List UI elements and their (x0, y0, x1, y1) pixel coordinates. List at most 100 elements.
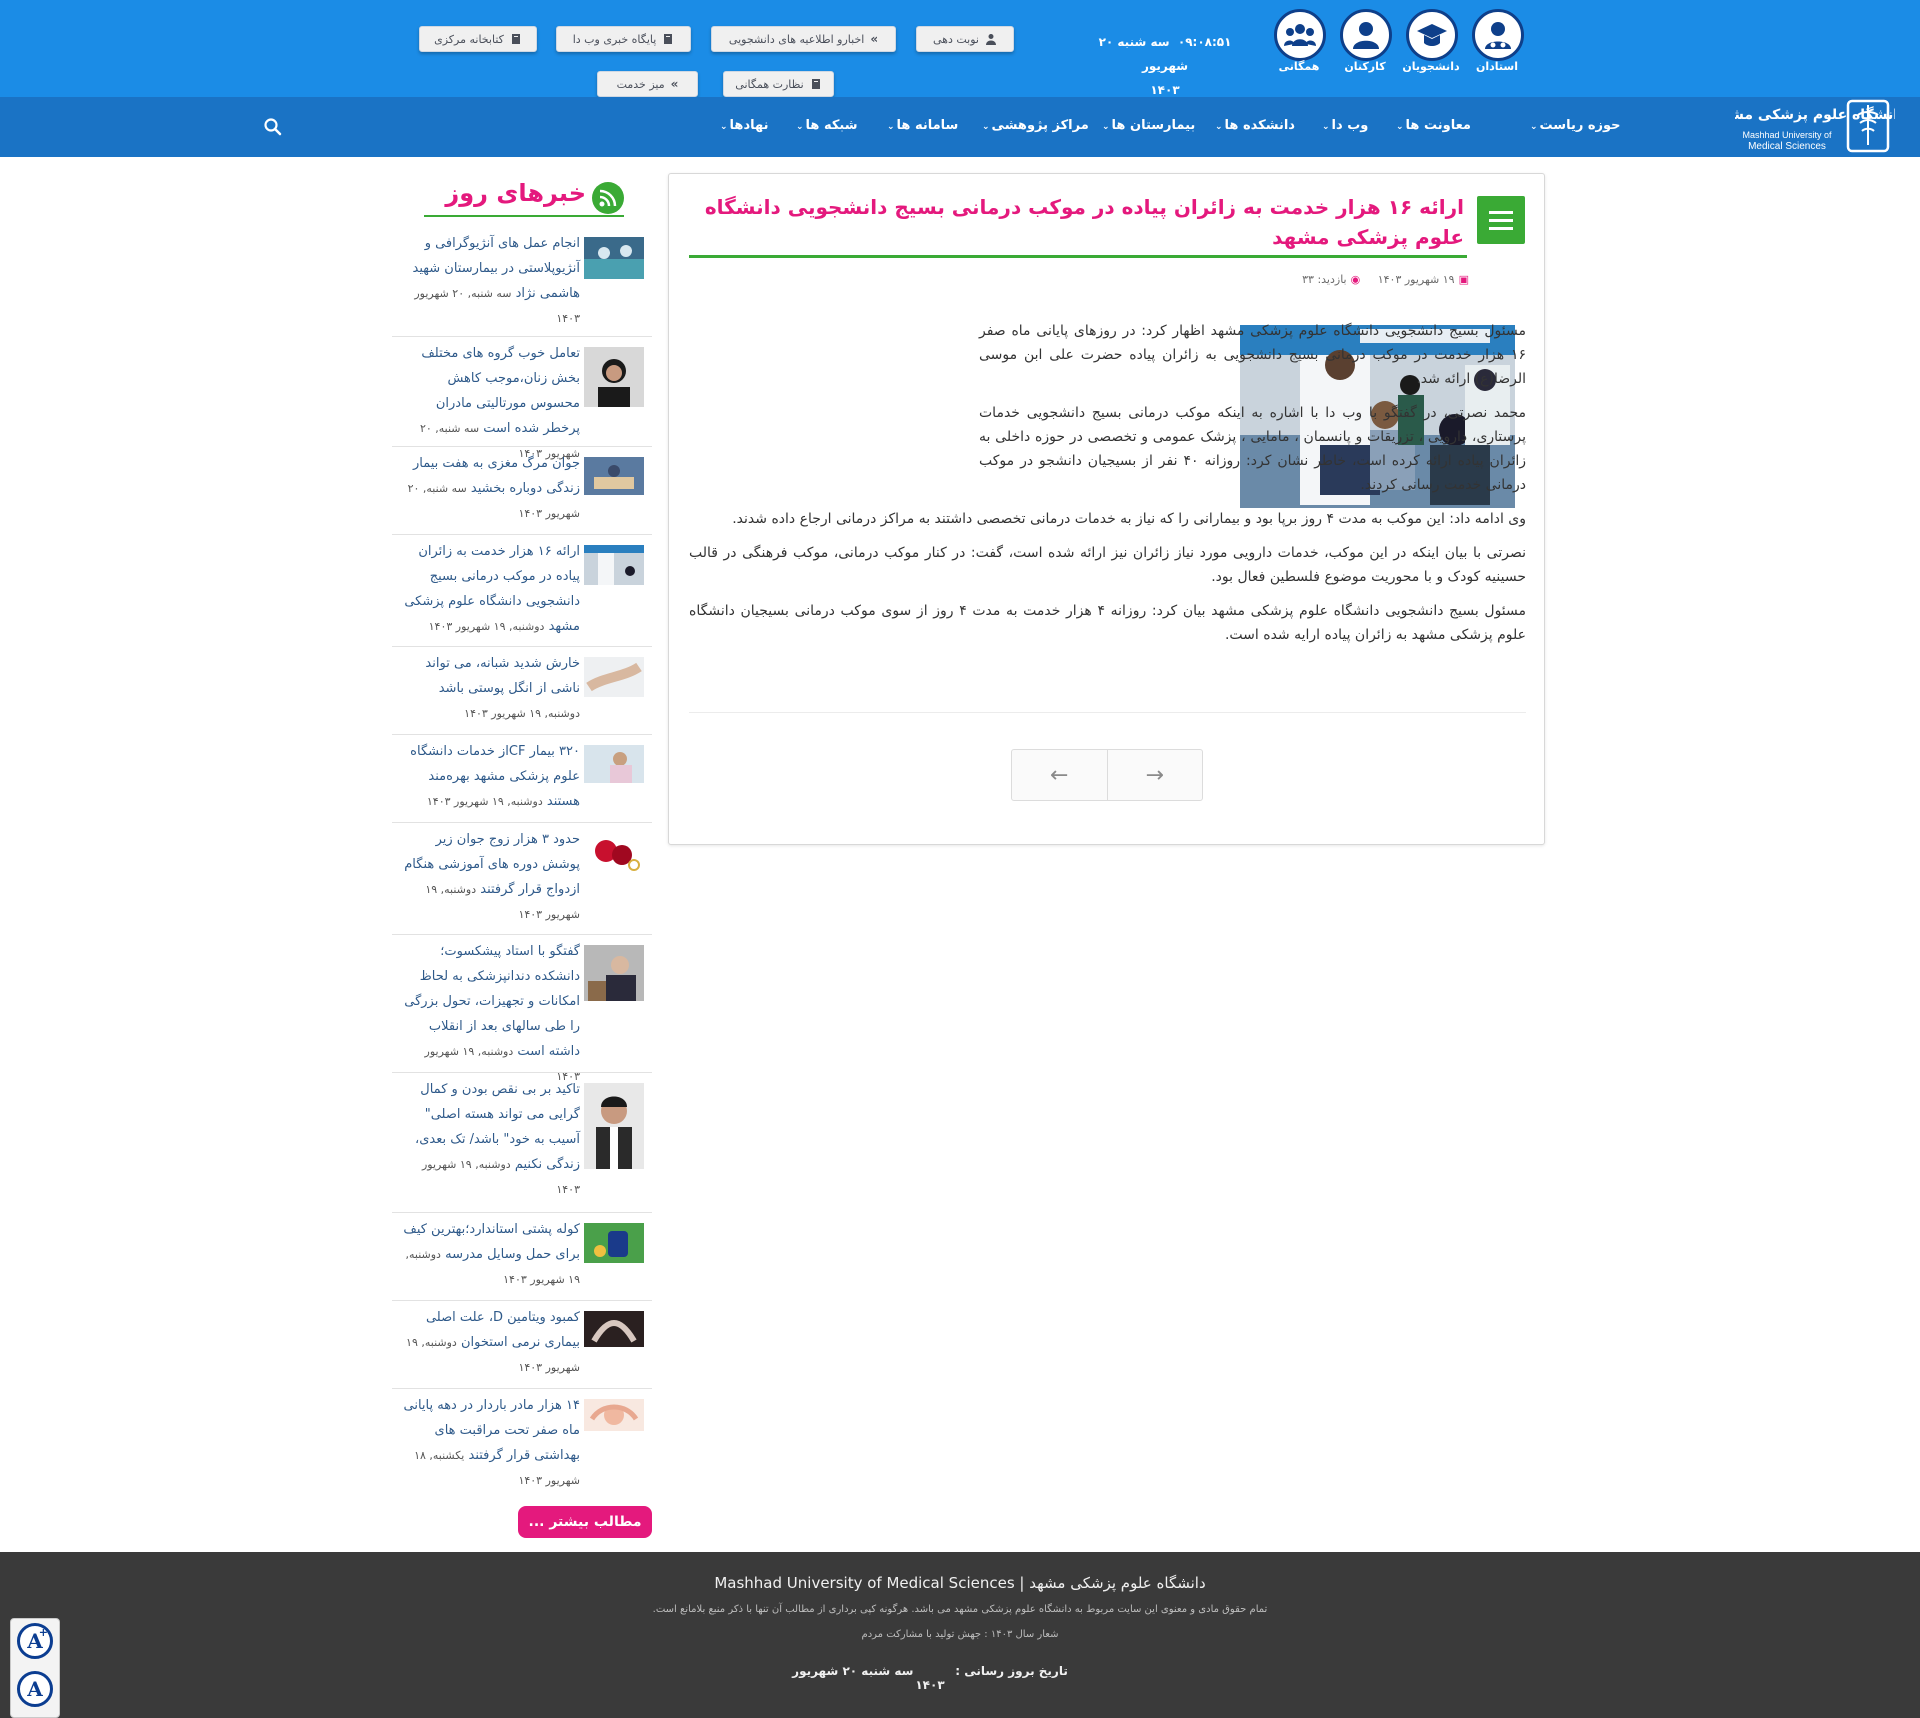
next-article-arrow-icon[interactable]: → (1108, 750, 1203, 800)
webda-label: پایگاه خبری وب دا (572, 32, 657, 46)
nav-item-research-centers[interactable]: مراکز پژوهشی⌄ (982, 118, 1089, 133)
news-item[interactable]: ۱۴ هزار مادر باردار در دهه پایانی ماه صف… (392, 1389, 652, 1501)
decrease-font-button[interactable]: A (17, 1671, 53, 1707)
book-icon (664, 34, 673, 44)
nav-item-systems[interactable]: سامانه ها⌄ (887, 118, 958, 133)
rss-icon[interactable] (592, 182, 624, 214)
article-meta: ▣۱۹ شهریور ۱۴۰۳ ◉بازدید: ۳۳ (1069, 273, 1469, 286)
news-date: دوشنبه, ۱۹ شهریور ۱۴۰۳ (426, 795, 543, 808)
library-button[interactable]: کتابخانه مرکزی (419, 26, 537, 52)
appointment-button[interactable]: نوبت دهی (916, 26, 1014, 52)
double-chevron-icon: » (670, 77, 679, 91)
footer-university-name: دانشگاه علوم پزشکی مشهد | Mashhad Univer… (714, 1574, 1206, 1592)
news-thumbnail (584, 657, 644, 697)
library-label: کتابخانه مرکزی (434, 32, 504, 46)
logo-fa-text: دانشگاه علوم پزشکی مشهد (1735, 106, 1895, 123)
footer-update-label: تاریخ بروز رسانی : (955, 1664, 1068, 1678)
nav-label: بیمارستان ها (1111, 118, 1196, 133)
article-paragraph: نصرتی با بیان اینکه در این موکب، خدمات د… (689, 545, 1526, 585)
book-icon (811, 79, 820, 89)
decrease-font-label: A (27, 1677, 43, 1701)
chevron-down-icon: ⌄ (1530, 122, 1538, 132)
news-date: دوشنبه, ۱۹ شهریور ۱۴۰۳ (428, 620, 545, 633)
audience-label-students[interactable]: دانشجویان (1396, 60, 1466, 73)
chevron-down-icon: ⌄ (1215, 122, 1223, 132)
footer: دانشگاه علوم پزشکی مشهد | Mashhad Univer… (0, 1552, 1920, 1718)
footer-rights: تمام حقوق مادی و معنوی این سایت مربوط به… (652, 1604, 1268, 1615)
professor-icon[interactable] (1472, 9, 1524, 61)
nav-item-faculties[interactable]: دانشکده ها⌄ (1215, 118, 1295, 133)
audience-label-public[interactable]: همگانی (1264, 60, 1334, 73)
news-item[interactable]: کمبود ویتامین D، علت اصلی بیماری نرمی اس… (392, 1301, 652, 1389)
top-bar: استادان دانشجویان کارکنان همگانی ۰۹:۰۸:۵… (0, 0, 1920, 97)
service-desk-label: میز خدمت (616, 77, 665, 91)
book-icon (511, 34, 520, 44)
news-item[interactable]: ۳۲۰ بیمار CFاز خدمات دانشگاه علوم پزشکی … (392, 735, 652, 823)
news-thumbnail (584, 833, 644, 873)
news-item[interactable]: کوله پشتی استاندارد؛بهترین کیف برای حمل … (392, 1213, 652, 1301)
news-thumbnail (584, 1311, 644, 1347)
article-paragraph: مسئول بسیج دانشجویی دانشگاه علوم پزشکی م… (979, 323, 1526, 387)
calendar-icon: ▣ (1458, 273, 1469, 286)
webda-button[interactable]: پایگاه خبری وب دا (556, 26, 691, 52)
appointment-label: نوبت دهی (933, 32, 979, 46)
current-datetime: ۰۹:۰۸:۵۱ سه شنبه ۲۰ شهریور ۱۴۰۳ (1090, 30, 1240, 102)
service-desk-button[interactable]: » میز خدمت (597, 71, 698, 97)
news-title: گفتگو با استاد پیشکسوت؛ دانشکده دندانپزش… (404, 944, 580, 1059)
chevron-down-icon: ⌄ (1396, 122, 1404, 132)
double-chevron-icon: » (870, 32, 879, 46)
chevron-down-icon: ⌄ (982, 122, 990, 132)
student-news-label: اخبارو اطلاعیه های دانشجویی (728, 32, 865, 46)
news-thumbnail (584, 347, 644, 407)
eye-icon: ◉ (1350, 273, 1361, 286)
nav-item-institutions[interactable]: نهادها⌄ (720, 118, 768, 133)
increase-font-button[interactable]: A + (17, 1623, 53, 1659)
nav-label: حوزه ریاست (1539, 118, 1621, 133)
news-item[interactable]: ارائه ۱۶ هزار خدمت به زائران پیاده در مو… (392, 535, 652, 647)
nav-item-presidency[interactable]: حوزه ریاست⌄ (1530, 118, 1621, 133)
news-item[interactable]: تاکید بر بی نقص بودن و کمال گرایی می توا… (392, 1073, 652, 1213)
prev-article-arrow-icon[interactable]: ← (1012, 750, 1108, 800)
news-item[interactable]: گفتگو با استاد پیشکسوت؛ دانشکده دندانپزش… (392, 935, 652, 1083)
public-icon[interactable] (1274, 9, 1326, 61)
news-item[interactable]: انجام عمل های آنژیوگرافی و آنژیوپلاستی د… (392, 227, 652, 337)
news-item[interactable]: حدود ۳ هزار زوج جوان زیر پوشش دوره های آ… (392, 823, 652, 935)
article-title: ارائه ۱۶ هزار خدمت به زائران پیاده در مو… (704, 195, 1464, 249)
news-thumbnail (584, 1399, 644, 1431)
article-date: ۱۹ شهریور ۱۴۰۳ (1377, 273, 1455, 286)
more-news-button[interactable]: مطالب بیشتر ... (518, 1506, 652, 1538)
staff-icon[interactable] (1340, 9, 1392, 61)
footer-update: تاریخ بروز رسانی : سه شنبه ۲۰ شهریور ۱۴۰… (780, 1664, 1080, 1692)
audience-label-professors[interactable]: استادان (1462, 60, 1532, 73)
nav-item-networks[interactable]: شبکه ها⌄ (796, 118, 858, 133)
nav-label: وب دا (1331, 118, 1369, 133)
student-icon[interactable] (1406, 9, 1458, 61)
article-views: بازدید: ۳۳ (1302, 273, 1347, 286)
news-item[interactable]: جوان مرگ مغزی به هفت بیمار زندگی دوباره … (392, 447, 652, 535)
article-pager: → ← (1011, 749, 1203, 801)
footer-update-date: سه شنبه ۲۰ شهریور ۱۴۰۳ (792, 1664, 945, 1692)
article-paragraph: مسئول بسیج دانشجویی دانشگاه علوم پزشکی م… (689, 603, 1527, 643)
public-oversight-button[interactable]: نظارت همگانی (723, 71, 834, 97)
news-item[interactable]: تعامل خوب گروه های مختلف بخش زنان،موجب ک… (392, 337, 652, 460)
user-icon (986, 34, 996, 45)
public-oversight-label: نظارت همگانی (735, 77, 804, 91)
date-line1: سه شنبه ۲۰ شهریور (1098, 35, 1189, 73)
news-item[interactable]: خارش شدید شبانه، می تواند ناشی از انگل پ… (392, 647, 652, 735)
nav-item-webda[interactable]: وب دا⌄ (1322, 118, 1368, 133)
search-icon[interactable] (263, 117, 283, 137)
nav-item-hospitals[interactable]: بیمارستان ها⌄ (1102, 118, 1195, 133)
news-date: دوشنبه, ۱۹ شهریور ۱۴۰۳ (464, 707, 580, 720)
student-news-button[interactable]: » اخبارو اطلاعیه های دانشجویی (711, 26, 896, 52)
list-icon (1477, 196, 1525, 244)
footer-slogan: شعار سال ۱۴۰۳ : جهش تولید با مشارکت مردم (861, 1629, 1059, 1640)
divider (689, 712, 1526, 713)
news-thumbnail (584, 945, 644, 1001)
university-logo[interactable]: دانشگاه علوم پزشکی مشهد Mashhad Universi… (1735, 97, 1895, 155)
sidebar-title-underline (424, 215, 624, 217)
chevron-down-icon: ⌄ (1322, 122, 1330, 132)
news-thumbnail (584, 1223, 644, 1263)
news-thumbnail (584, 237, 644, 279)
nav-item-deputies[interactable]: معاونت ها⌄ (1396, 118, 1471, 133)
audience-label-staff[interactable]: کارکنان (1330, 60, 1400, 73)
